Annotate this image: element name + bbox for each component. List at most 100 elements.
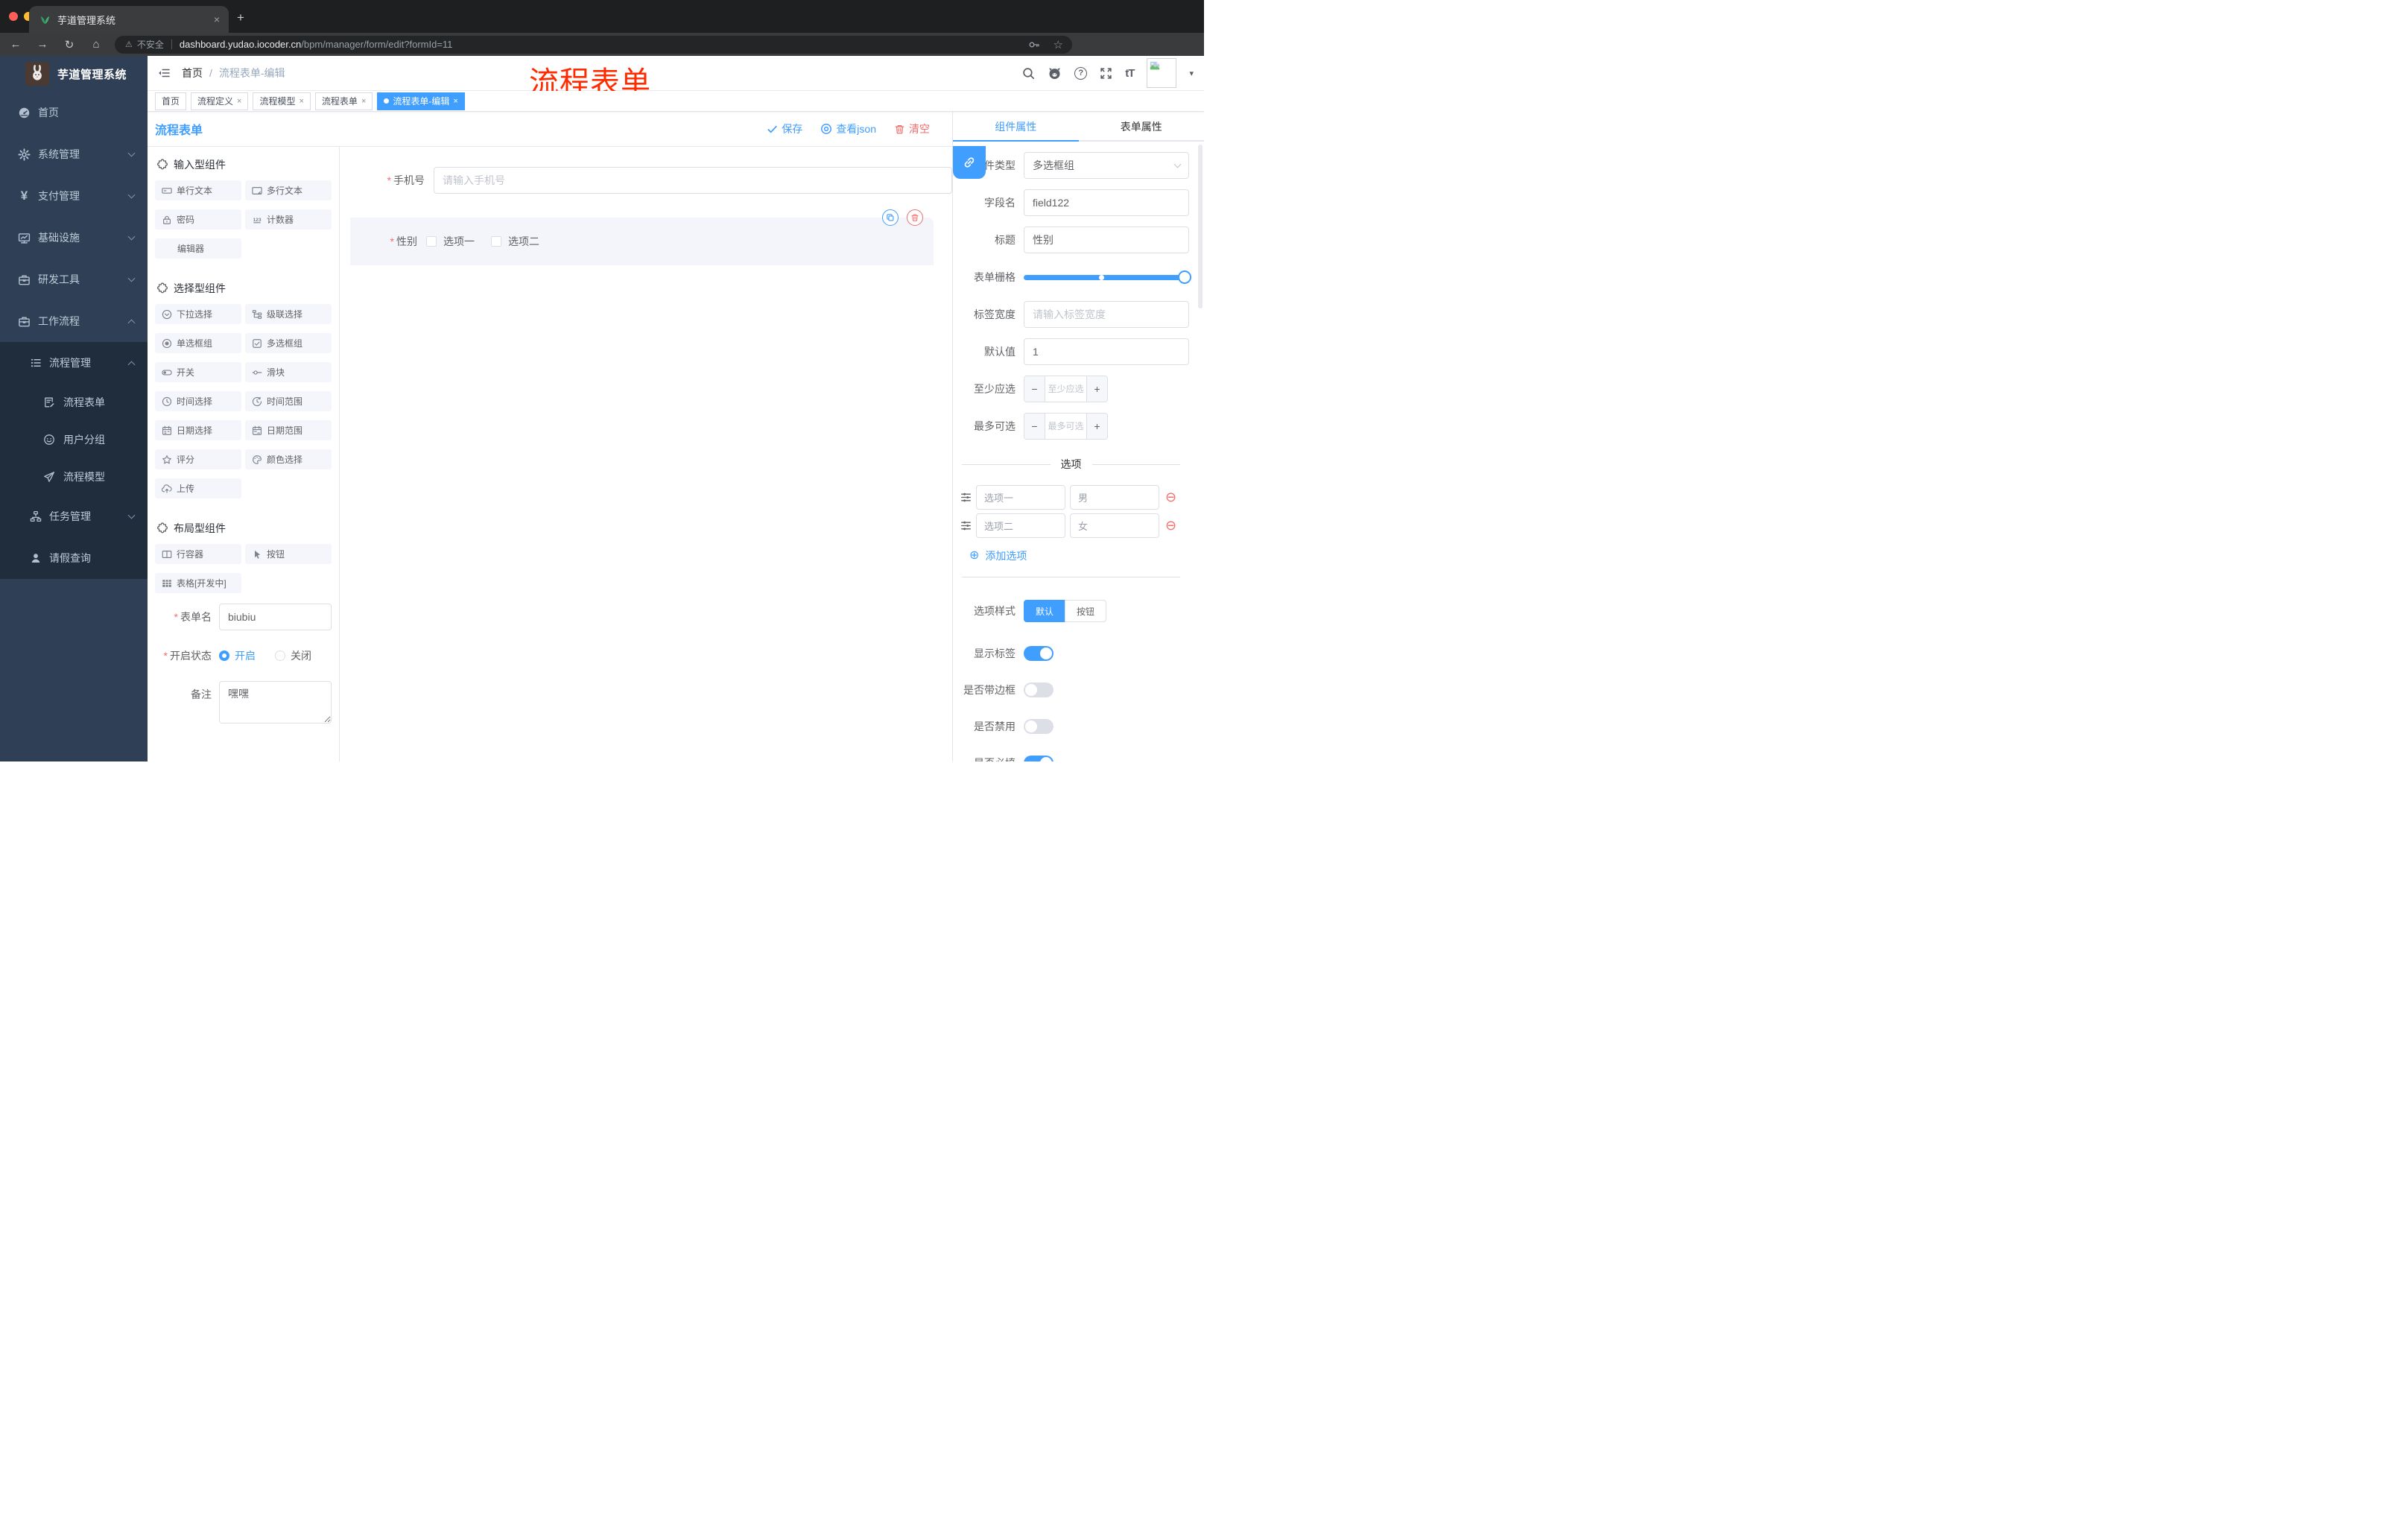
form-grid-slider[interactable] xyxy=(1024,270,1191,284)
help-icon[interactable]: ? xyxy=(1074,66,1088,80)
decrease-button[interactable]: − xyxy=(1024,414,1045,439)
font-size-icon[interactable]: tT xyxy=(1125,67,1135,80)
tab-close-icon[interactable]: × xyxy=(214,14,220,25)
sidebar-item-payment[interactable]: ¥ 支付管理 xyxy=(0,175,148,217)
save-button[interactable]: 保存 xyxy=(767,121,802,136)
sidebar-item-process-management[interactable]: 流程管理 xyxy=(0,342,148,384)
password-key-icon[interactable] xyxy=(1028,39,1040,51)
sidebar-item-system[interactable]: 系统管理 xyxy=(0,133,148,175)
component-item-time-picker[interactable]: 时间选择 xyxy=(155,391,241,411)
breadcrumb-home[interactable]: 首页 xyxy=(182,66,203,80)
link-tab[interactable] xyxy=(953,146,986,179)
sidebar-fold-icon[interactable] xyxy=(158,67,170,79)
form-name-input[interactable] xyxy=(219,604,332,630)
min-select-input[interactable] xyxy=(1045,376,1086,402)
new-tab-button[interactable]: + xyxy=(237,11,244,24)
component-item-checkbox-group[interactable]: 多选框组 xyxy=(245,333,332,353)
checkbox-icon[interactable] xyxy=(426,236,437,247)
browser-tab[interactable]: 芋道管理系统 × xyxy=(29,6,229,33)
search-icon[interactable] xyxy=(1022,67,1035,80)
view-json-button[interactable]: 查看json xyxy=(820,121,876,136)
github-icon[interactable] xyxy=(1048,66,1062,80)
address-bar[interactable]: ⚠ 不安全 dashboard.yudao.iocoder.cn /bpm/ma… xyxy=(115,35,1072,54)
sidebar-item-devtools[interactable]: 研发工具 xyxy=(0,259,148,300)
option1-label-input[interactable] xyxy=(976,484,1065,510)
component-item-button[interactable]: 按钮 xyxy=(245,544,332,564)
component-item-table[interactable]: 表格[开发中] xyxy=(155,573,241,593)
sidebar-item-process-form[interactable]: 流程表单 xyxy=(0,384,148,421)
close-icon[interactable]: × xyxy=(299,97,303,106)
component-item-slider[interactable]: 滑块 xyxy=(245,362,332,382)
reload-button[interactable]: ↻ xyxy=(63,38,76,51)
decrease-button[interactable]: − xyxy=(1024,376,1045,402)
style-button-button[interactable]: 按钮 xyxy=(1065,600,1107,622)
component-item-date-range[interactable]: 日期范围 xyxy=(245,420,332,440)
scrollbar-thumb[interactable] xyxy=(1198,145,1203,308)
sidebar-item-user-group[interactable]: 用户分组 xyxy=(0,421,148,458)
gender-checkbox-option1[interactable]: 选项一 xyxy=(426,234,475,249)
option1-value-input[interactable] xyxy=(1070,484,1159,510)
fullscreen-icon[interactable] xyxy=(1100,67,1112,80)
component-item-radio-group[interactable]: 单选框组 xyxy=(155,333,241,353)
component-item-editor[interactable]: 编辑器 xyxy=(155,238,241,259)
close-icon[interactable]: × xyxy=(361,97,366,106)
gender-checkbox-option2[interactable]: 选项二 xyxy=(491,234,539,249)
sidebar-item-infra[interactable]: 基础设施 xyxy=(0,217,148,259)
home-button[interactable]: ⌂ xyxy=(89,38,103,51)
drag-handle-icon[interactable] xyxy=(960,492,972,503)
tag-process-model[interactable]: 流程模型 × xyxy=(253,92,311,110)
sidebar-item-task-management[interactable]: 任务管理 xyxy=(0,495,148,537)
component-item-counter[interactable]: 计数器 xyxy=(245,209,332,229)
component-item-select[interactable]: 下拉选择 xyxy=(155,304,241,324)
default-value-input[interactable] xyxy=(1024,338,1189,365)
tag-process-form-edit[interactable]: 流程表单-编辑 × xyxy=(377,92,465,110)
not-secure-label[interactable]: 不安全 xyxy=(137,38,164,51)
slider-handle[interactable] xyxy=(1178,270,1191,284)
option2-value-input[interactable] xyxy=(1070,513,1159,538)
tag-process-definition[interactable]: 流程定义 × xyxy=(191,92,249,110)
close-icon[interactable]: × xyxy=(237,97,241,106)
component-item-single-text[interactable]: 单行文本 xyxy=(155,180,241,200)
gender-field-block-selected[interactable]: * 性别 选项一 选项二 xyxy=(350,209,934,265)
component-item-row-container[interactable]: 行容器 xyxy=(155,544,241,564)
user-avatar[interactable] xyxy=(1147,58,1177,88)
duplicate-component-button[interactable] xyxy=(882,209,899,226)
drag-handle-icon[interactable] xyxy=(960,520,972,531)
component-type-select[interactable]: 多选框组 xyxy=(1024,152,1189,179)
avatar-caret-icon[interactable]: ▾ xyxy=(1189,69,1194,78)
disabled-toggle[interactable] xyxy=(1024,719,1054,734)
style-default-button[interactable]: 默认 xyxy=(1024,600,1065,622)
status-radio-off[interactable]: 关闭 xyxy=(275,648,311,663)
add-option-button[interactable]: ⊕ 添加选项 xyxy=(969,548,1189,563)
tag-home[interactable]: 首页 xyxy=(155,92,187,110)
tab-form-props[interactable]: 表单属性 xyxy=(1079,112,1205,142)
bookmark-star-icon[interactable]: ☆ xyxy=(1054,38,1063,51)
form-remark-textarea[interactable]: 嘿嘿 xyxy=(219,681,332,723)
component-item-color-picker[interactable]: 颜色选择 xyxy=(245,449,332,469)
sidebar-item-process-model[interactable]: 流程模型 xyxy=(0,458,148,495)
increase-button[interactable]: + xyxy=(1086,376,1107,402)
tag-process-form[interactable]: 流程表单 × xyxy=(314,92,373,110)
max-select-input[interactable] xyxy=(1045,414,1086,439)
phone-input[interactable] xyxy=(434,167,952,194)
component-item-switch[interactable]: 开关 xyxy=(155,362,241,382)
clear-button[interactable]: 清空 xyxy=(894,121,930,136)
sidebar-item-home[interactable]: 首页 xyxy=(0,92,148,133)
component-item-time-range[interactable]: 时间范围 xyxy=(245,391,332,411)
checkbox-icon[interactable] xyxy=(491,236,501,247)
forward-button[interactable]: → xyxy=(36,38,49,51)
form-canvas[interactable]: *手机号 *性别 选项一 选项二 xyxy=(340,147,952,762)
minus-circle-icon[interactable]: ⊖ xyxy=(1165,519,1176,532)
delete-component-button[interactable] xyxy=(907,209,923,226)
sidebar-item-workflow[interactable]: 工作流程 xyxy=(0,300,148,342)
label-width-input[interactable] xyxy=(1024,301,1189,328)
increase-button[interactable]: + xyxy=(1086,414,1107,439)
component-item-date-picker[interactable]: 日期选择 xyxy=(155,420,241,440)
component-item-multi-text[interactable]: 多行文本 xyxy=(245,180,332,200)
minus-circle-icon[interactable]: ⊖ xyxy=(1165,490,1176,504)
status-radio-on[interactable]: 开启 xyxy=(219,648,256,663)
component-item-cascader[interactable]: 级联选择 xyxy=(245,304,332,324)
sidebar-item-leave-query[interactable]: 请假查询 xyxy=(0,537,148,579)
option2-label-input[interactable] xyxy=(976,513,1065,538)
required-toggle[interactable] xyxy=(1024,756,1054,762)
